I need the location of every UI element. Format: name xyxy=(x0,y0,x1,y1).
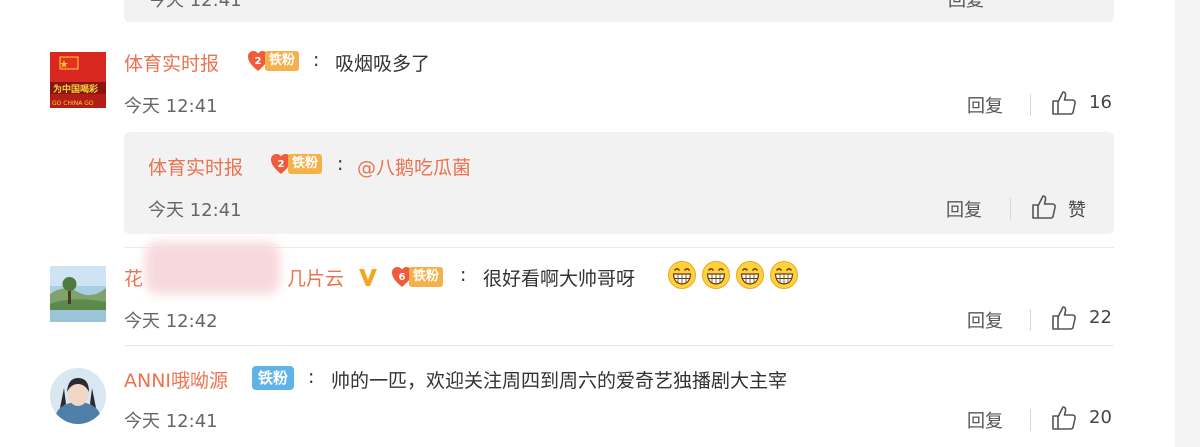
reply-button[interactable]: 回复 xyxy=(967,92,1003,118)
action-separator xyxy=(1030,409,1031,431)
like-button[interactable] xyxy=(1050,89,1078,121)
avatar[interactable]: 为中国喝彩 GO CHINA GO xyxy=(50,52,106,108)
svg-text:2: 2 xyxy=(278,159,285,170)
avatar[interactable] xyxy=(50,266,106,322)
grin-emoji-icon xyxy=(736,261,764,289)
badge-label: 铁粉 xyxy=(265,51,300,71)
fan-badge[interactable]: 铁粉 xyxy=(252,366,295,390)
like-count: 20 xyxy=(1089,407,1112,428)
reply-button[interactable]: 回复 xyxy=(967,307,1003,333)
like-count: 22 xyxy=(1089,307,1112,328)
svg-text:为中国喝彩: 为中国喝彩 xyxy=(53,83,98,95)
verified-v-icon xyxy=(359,269,377,286)
previous-reply-button[interactable]: 回复 xyxy=(948,0,984,12)
page-edge xyxy=(1175,0,1200,447)
grin-emoji-icon xyxy=(668,261,696,289)
grin-emoji-icon xyxy=(702,261,730,289)
reply-button[interactable]: 回复 xyxy=(946,196,982,222)
avatar[interactable] xyxy=(50,368,106,424)
like-label: 赞 xyxy=(1068,200,1086,221)
comment-text: 很好看啊大帅哥呀 xyxy=(483,268,636,290)
svg-text:2: 2 xyxy=(255,56,262,67)
action-separator xyxy=(1030,309,1031,331)
like-count: 16 xyxy=(1089,92,1112,113)
username-start[interactable]: 花 xyxy=(124,264,143,291)
thumbs-up-icon xyxy=(1052,306,1076,330)
thumbs-up-icon xyxy=(1052,406,1076,430)
like-button[interactable] xyxy=(1030,193,1058,225)
mention-link[interactable]: @八鹅吃瓜菌 xyxy=(357,153,471,180)
comment-text: 吸烟吸多了 xyxy=(335,53,431,75)
username[interactable]: ANNI哦呦源 xyxy=(124,366,228,393)
timestamp: 今天 12:41 xyxy=(124,96,218,117)
username-end[interactable]: 几片云 xyxy=(287,264,344,291)
reply-username[interactable]: 体育实时报 xyxy=(148,153,243,180)
previous-timestamp: 今天 12:41 xyxy=(148,0,242,11)
badge-label: 铁粉 xyxy=(288,154,323,174)
username[interactable]: 体育实时报 xyxy=(124,49,219,76)
username-redaction xyxy=(145,242,280,294)
svg-text:6: 6 xyxy=(399,272,406,283)
like-button[interactable] xyxy=(1050,404,1078,436)
timestamp: 今天 12:41 xyxy=(124,411,218,432)
reply-button[interactable]: 回复 xyxy=(967,407,1003,433)
colon: : xyxy=(313,49,320,71)
thumbs-up-icon xyxy=(1052,91,1076,115)
colon: : xyxy=(460,264,467,286)
thumbs-up-icon xyxy=(1032,195,1056,219)
comment-text: 帅的一匹，欢迎关注周四到周六的爱奇艺独播剧大主宰 xyxy=(331,370,788,392)
divider xyxy=(124,345,1114,346)
colon: : xyxy=(337,153,344,175)
action-separator xyxy=(1010,198,1011,220)
like-button[interactable] xyxy=(1050,304,1078,336)
action-separator xyxy=(1030,94,1031,116)
colon: : xyxy=(308,366,315,388)
timestamp: 今天 12:42 xyxy=(124,311,218,332)
svg-text:GO CHINA GO: GO CHINA GO xyxy=(52,100,94,107)
badge-label: 铁粉 xyxy=(409,267,444,287)
grin-emoji-icon xyxy=(770,261,798,289)
reply-timestamp: 今天 12:41 xyxy=(148,200,242,221)
